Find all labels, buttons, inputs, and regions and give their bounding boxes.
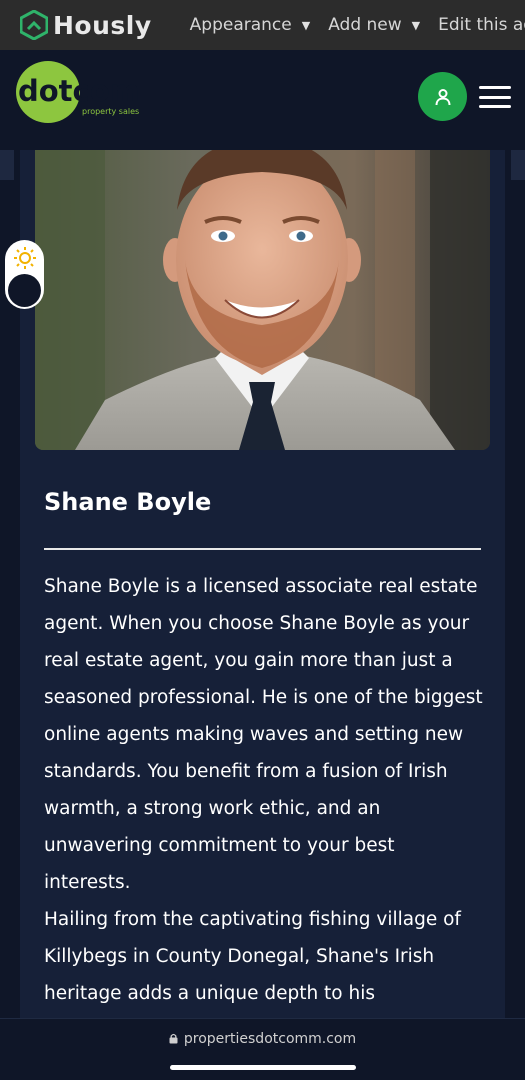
hamburger-line <box>479 105 511 108</box>
sun-icon <box>13 247 36 269</box>
caret-down-icon: ▼ <box>301 18 311 32</box>
dark-mode-knob <box>8 274 41 307</box>
admin-menu-appearance[interactable]: Appearance ▼ <box>190 15 311 35</box>
dotcom-logo[interactable]: dotcom property sales <box>14 60 154 124</box>
admin-menu-label: Add new <box>328 15 402 35</box>
hamburger-line <box>479 95 511 99</box>
theme-toggle[interactable] <box>5 240 44 309</box>
admin-bar: Hously Appearance ▼ Add new ▼ Edit this … <box>0 0 525 50</box>
agent-photo <box>35 150 490 450</box>
hamburger-line <box>479 86 511 89</box>
home-indicator[interactable] <box>170 1065 356 1070</box>
hously-logo[interactable]: Hously <box>20 10 152 40</box>
bio-paragraph: Hailing from the captivating fishing vil… <box>44 909 461 1004</box>
admin-menu-label: Appearance <box>189 15 292 35</box>
lock-icon <box>169 1033 178 1044</box>
admin-menu-add-new[interactable]: Add new ▼ <box>328 15 420 35</box>
hamburger-menu-button[interactable] <box>479 86 511 108</box>
card-edge-right <box>511 150 525 180</box>
hously-logo-icon <box>20 10 48 40</box>
url-text: propertiesdotcomm.com <box>183 1031 357 1047</box>
url-display[interactable]: propertiesdotcomm.com <box>0 1031 525 1047</box>
brand-sub-text: property sales <box>82 107 139 116</box>
brand-main-text: dotcom <box>18 74 140 108</box>
bio-paragraph: Shane Boyle is a licensed associate real… <box>44 576 483 893</box>
admin-menu-label: Edit this agent <box>438 15 525 35</box>
hously-logo-text: Hously <box>53 10 152 40</box>
admin-menu: Appearance ▼ Add new ▼ Edit this agent <box>190 15 525 35</box>
agent-name: Shane Boyle <box>44 488 212 516</box>
name-divider <box>44 548 481 550</box>
card-edge-left <box>0 150 14 180</box>
site-header: dotcom property sales <box>0 50 525 150</box>
agent-bio: Shane Boyle is a licensed associate real… <box>44 568 484 1012</box>
browser-url-bar: propertiesdotcomm.com <box>0 1018 525 1080</box>
user-account-button[interactable] <box>418 72 467 121</box>
admin-menu-edit-agent[interactable]: Edit this agent <box>438 15 525 35</box>
caret-down-icon: ▼ <box>411 18 421 32</box>
user-icon <box>435 88 450 105</box>
